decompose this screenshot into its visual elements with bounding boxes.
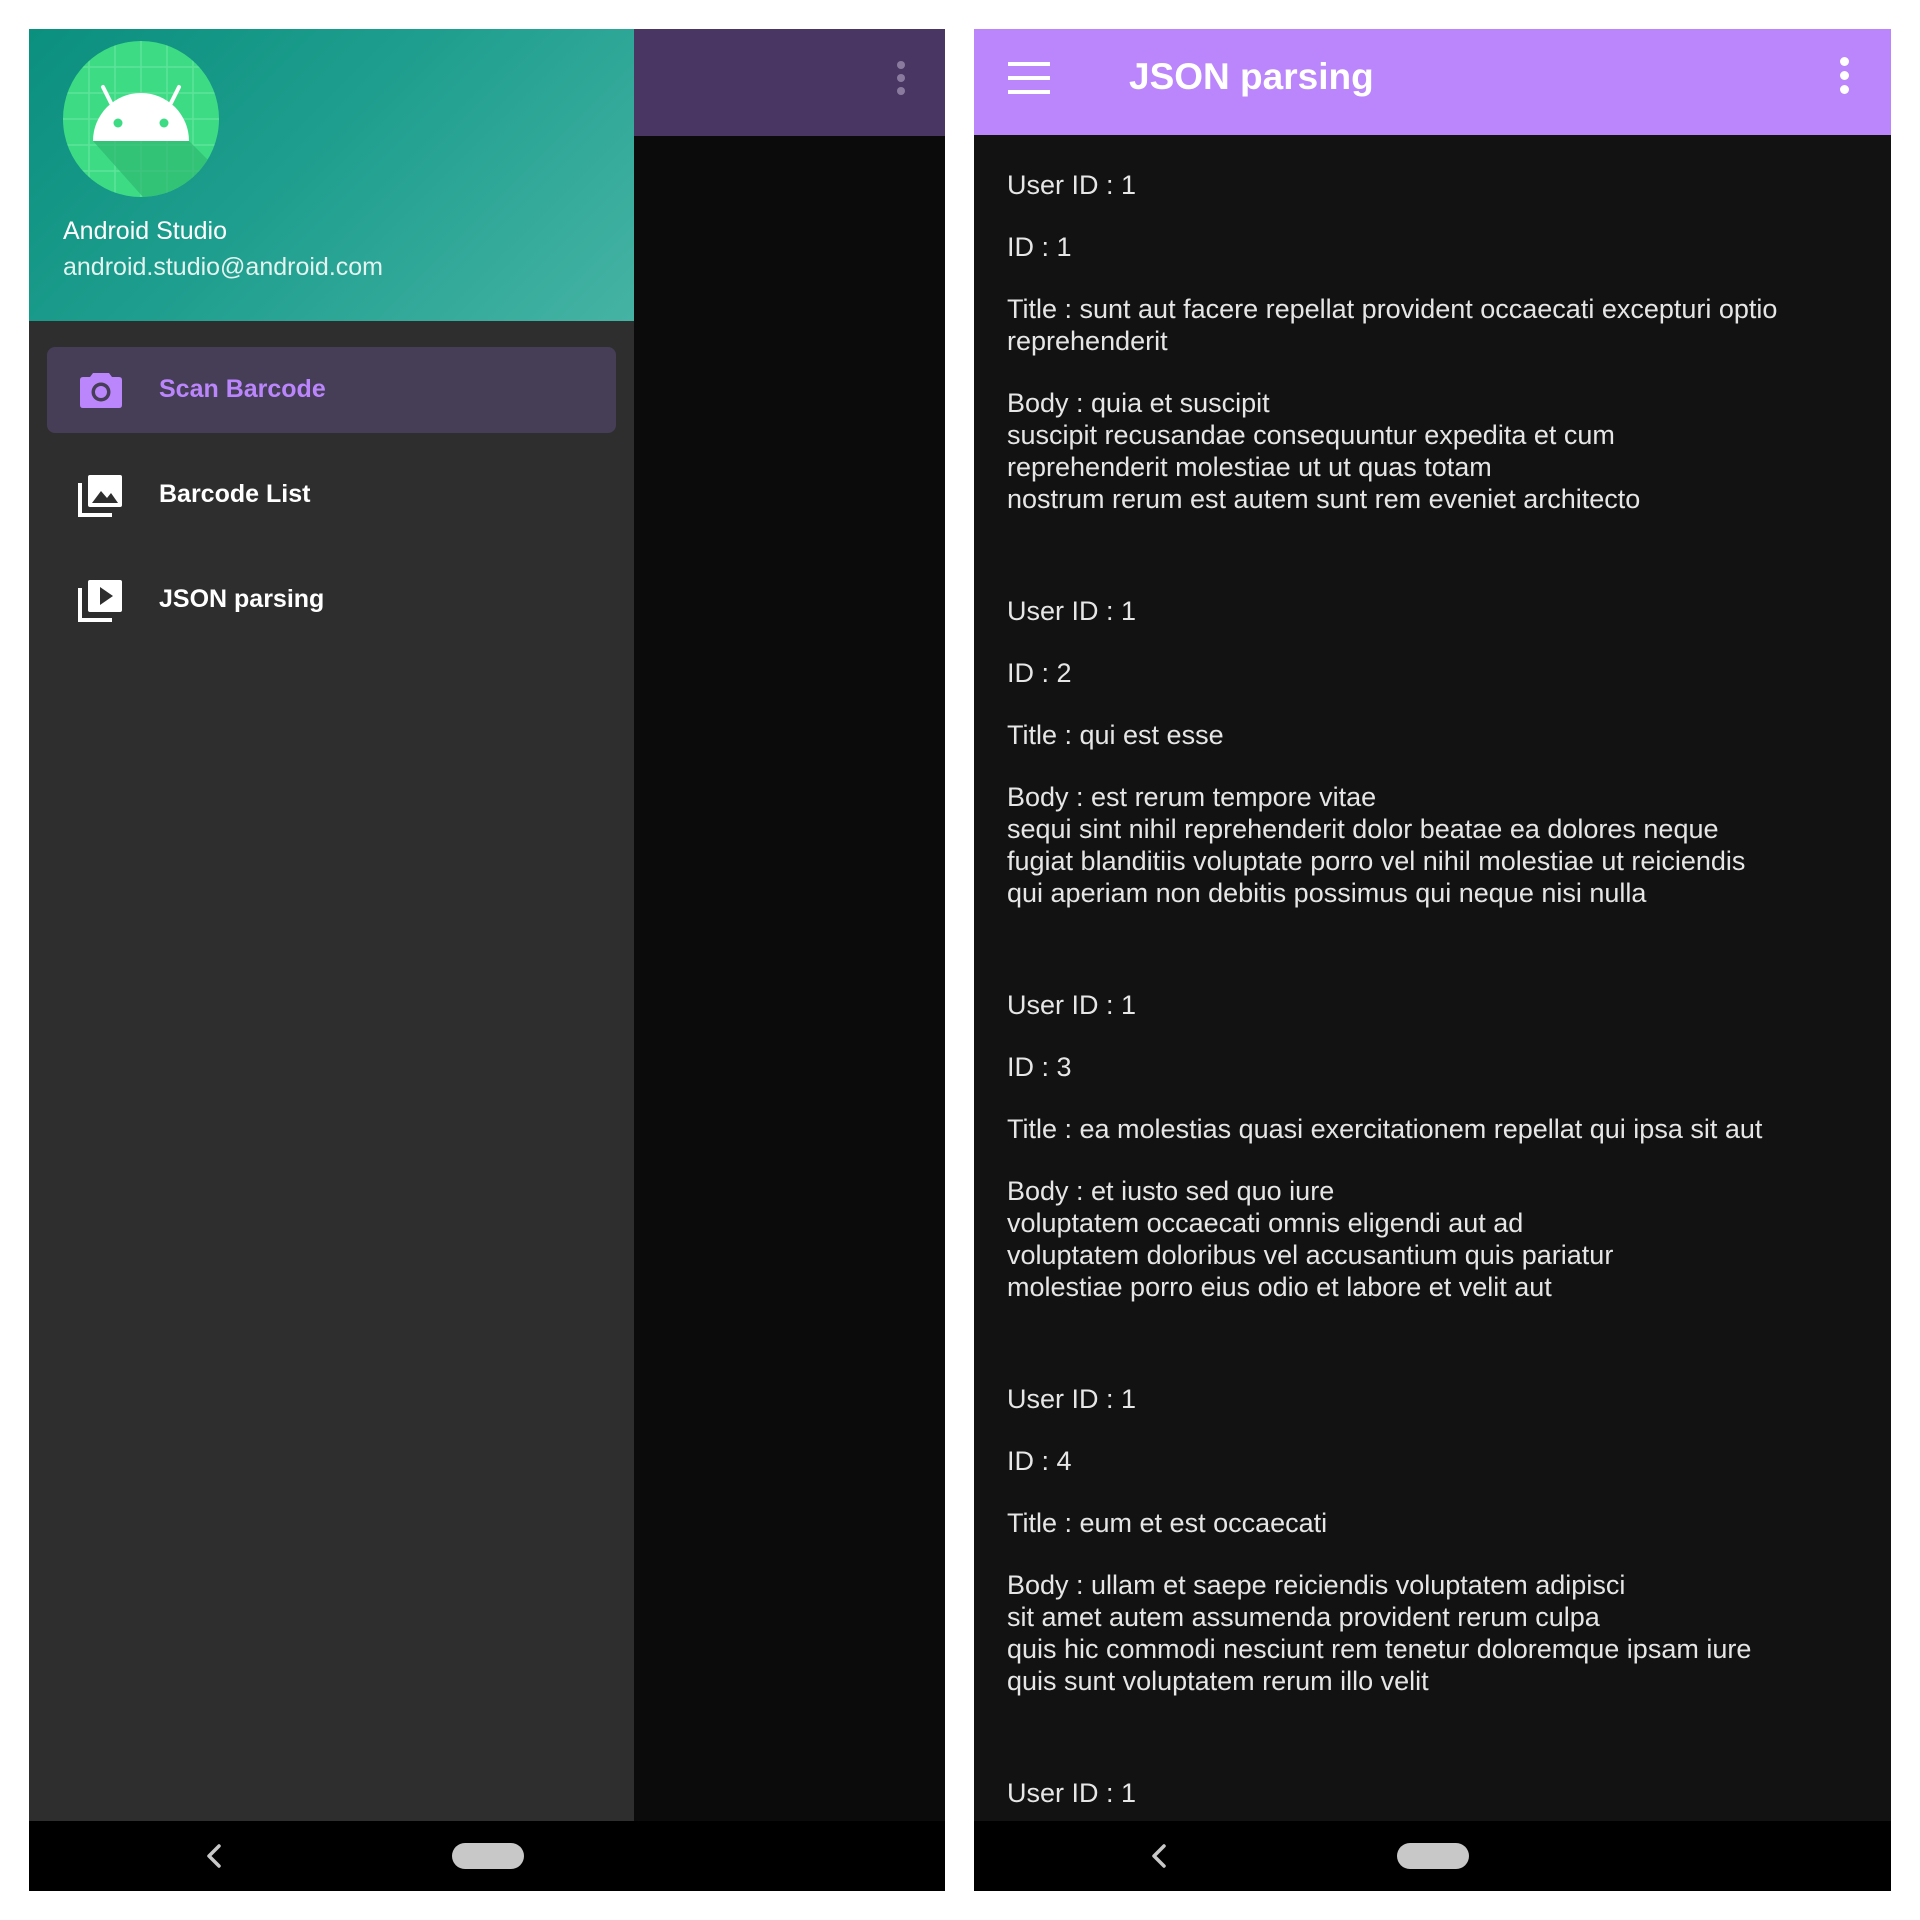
body-text: Body : est rerum tempore vitae sequi sin… bbox=[1007, 782, 1746, 908]
body-text: Body : ullam et saepe reiciendis volupta… bbox=[1007, 1570, 1752, 1696]
video-library-icon bbox=[77, 576, 125, 624]
user-id-text: User ID : 1 bbox=[1007, 596, 1137, 626]
drawer-item-label: JSON parsing bbox=[159, 585, 325, 613]
account-name: Android Studio bbox=[63, 217, 228, 245]
account-email: android.studio@android.com bbox=[63, 253, 384, 281]
top-app-bar: JSON parsing bbox=[974, 29, 1891, 135]
drawer-item-label: Scan Barcode bbox=[159, 375, 326, 403]
back-icon[interactable] bbox=[1142, 1838, 1178, 1874]
camera-icon bbox=[77, 366, 125, 414]
home-pill[interactable] bbox=[452, 1843, 524, 1869]
body-text: Body : quia et suscipit suscipit recusan… bbox=[1007, 388, 1641, 514]
id-text: ID : 4 bbox=[1007, 1446, 1072, 1476]
navigation-drawer: Android Studio android.studio@android.co… bbox=[29, 29, 634, 1821]
user-id-text: User ID : 1 bbox=[1007, 990, 1137, 1020]
list-item: User ID : 1 ID : 1 Title : sunt aut face… bbox=[974, 135, 1891, 561]
drawer-item-barcode-list[interactable]: Barcode List bbox=[47, 452, 616, 538]
drawer-screen: Android Studio android.studio@android.co… bbox=[29, 29, 945, 1891]
drawer-item-label: Barcode List bbox=[159, 480, 311, 508]
title-text: Title : ea molestias quasi exercitatione… bbox=[1007, 1114, 1763, 1144]
list-item: User ID : 1 ID : 4 Title : eum et est oc… bbox=[974, 1349, 1891, 1743]
id-text: ID : 3 bbox=[1007, 1052, 1072, 1082]
more-options-icon[interactable] bbox=[1832, 53, 1856, 105]
list-item: User ID : 1 ID : 2 Title : qui est esse … bbox=[974, 561, 1891, 955]
back-icon[interactable] bbox=[197, 1838, 233, 1874]
list-item: User ID : 1 ID : 5 bbox=[974, 1743, 1891, 1821]
photo-library-icon bbox=[77, 471, 125, 519]
page-title: JSON parsing bbox=[1129, 56, 1374, 97]
posts-list[interactable]: User ID : 1 ID : 1 Title : sunt aut face… bbox=[974, 135, 1891, 1821]
list-item: User ID : 1 ID : 3 Title : ea molestias … bbox=[974, 955, 1891, 1349]
id-text: ID : 1 bbox=[1007, 232, 1072, 262]
home-pill[interactable] bbox=[1397, 1843, 1469, 1869]
title-text: Title : eum et est occaecati bbox=[1007, 1508, 1328, 1538]
drawer-header: Android Studio android.studio@android.co… bbox=[29, 29, 634, 321]
title-text: Title : qui est esse bbox=[1007, 720, 1224, 750]
drawer-item-scan-barcode[interactable]: Scan Barcode bbox=[47, 347, 616, 433]
id-text: ID : 2 bbox=[1007, 658, 1072, 688]
user-id-text: User ID : 1 bbox=[1007, 1778, 1137, 1808]
system-navigation-bar bbox=[29, 1821, 945, 1891]
title-text: Title : sunt aut facere repellat provide… bbox=[1007, 294, 1778, 356]
body-text: Body : et iusto sed quo iure voluptatem … bbox=[1007, 1176, 1614, 1302]
menu-icon[interactable] bbox=[1008, 57, 1052, 101]
user-id-text: User ID : 1 bbox=[1007, 170, 1137, 200]
system-navigation-bar bbox=[974, 1821, 1891, 1891]
json-parsing-screen: JSON parsing User ID : 1 ID : 1 Title : … bbox=[974, 29, 1891, 1891]
user-id-text: User ID : 1 bbox=[1007, 1384, 1137, 1414]
android-avatar-icon bbox=[63, 41, 219, 197]
drawer-item-json-parsing[interactable]: JSON parsing bbox=[47, 557, 616, 643]
more-options-icon[interactable] bbox=[891, 57, 911, 107]
